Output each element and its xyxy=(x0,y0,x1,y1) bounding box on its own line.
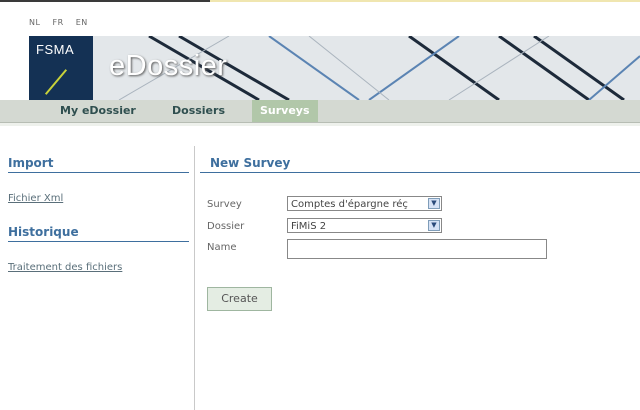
chevron-down-icon[interactable]: ▼ xyxy=(428,220,440,231)
language-switcher: NL FR EN xyxy=(29,18,97,27)
app-title: eDossier xyxy=(109,50,228,82)
sidebar-import-rule xyxy=(8,172,189,173)
survey-select[interactable]: Comptes d'épargne réç ▼ xyxy=(287,196,442,211)
create-button[interactable]: Create xyxy=(207,287,272,311)
main-nav: My eDossier Dossiers Surveys xyxy=(0,100,640,123)
logo-slash-mark xyxy=(44,69,68,95)
link-traitement-des-fichiers[interactable]: Traitement des fichiers xyxy=(8,262,122,273)
lang-nl[interactable]: NL xyxy=(29,18,40,27)
link-fichier-xml[interactable]: Fichier Xml xyxy=(8,193,63,204)
nav-surveys[interactable]: Surveys xyxy=(252,100,318,122)
sidebar-history-rule xyxy=(8,241,189,242)
top-border xyxy=(0,0,640,7)
nav-my-edossier[interactable]: My eDossier xyxy=(60,100,136,122)
fsma-logo[interactable]: FSMA xyxy=(29,36,93,100)
dossier-label: Dossier xyxy=(207,221,245,232)
lang-en[interactable]: EN xyxy=(76,18,88,27)
page-title: New Survey xyxy=(210,156,291,170)
name-input[interactable] xyxy=(287,239,547,259)
dossier-select[interactable]: FiMiS 2 ▼ xyxy=(287,218,442,233)
sidebar-divider xyxy=(194,146,195,410)
sidebar-history-heading: Historique xyxy=(8,225,79,239)
logo-text: FSMA xyxy=(36,42,75,57)
page-title-rule xyxy=(200,172,640,173)
chevron-down-icon[interactable]: ▼ xyxy=(428,198,440,209)
survey-select-value: Comptes d'épargne réç xyxy=(291,199,408,210)
nav-dossiers[interactable]: Dossiers xyxy=(172,100,225,122)
lang-fr[interactable]: FR xyxy=(53,18,64,27)
header-banner: FSMA eDossier xyxy=(29,36,640,100)
name-label: Name xyxy=(207,242,237,253)
survey-label: Survey xyxy=(207,199,242,210)
sidebar-import-heading: Import xyxy=(8,156,54,170)
dossier-select-value: FiMiS 2 xyxy=(291,221,327,232)
